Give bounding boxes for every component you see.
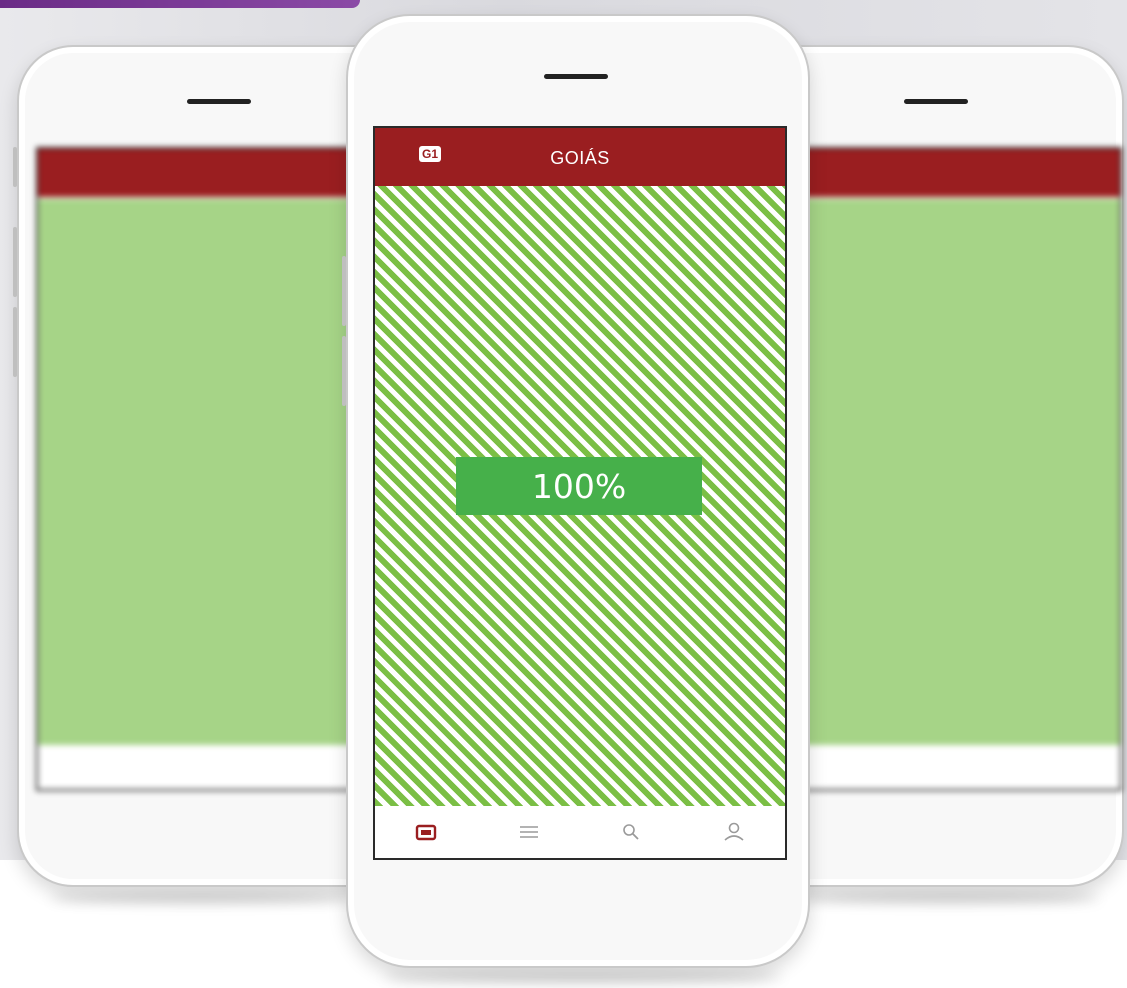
phone-left-side-button: [13, 147, 17, 187]
phone-center-screen: G1 GOIÁS 100%: [373, 126, 787, 860]
tab-profile[interactable]: [719, 817, 749, 847]
menu-icon: [519, 826, 538, 838]
phone-center: G1 GOIÁS 100%: [342, 14, 810, 968]
header-title: GOIÁS: [550, 147, 610, 168]
tab-news[interactable]: [411, 817, 441, 847]
search-icon: [623, 824, 639, 840]
phone-center-side-button: [342, 256, 346, 326]
phone-center-side-button: [342, 336, 346, 406]
g1-logo[interactable]: G1: [419, 146, 441, 162]
phone-center-speaker: [544, 74, 608, 79]
phone-right-speaker: [904, 99, 968, 104]
news-icon: [416, 824, 437, 841]
progress-indicator: 100%: [456, 457, 702, 515]
phone-left-shadow: [50, 893, 350, 903]
phone-left-speaker: [187, 99, 251, 104]
phone-left-side-button: [13, 307, 17, 377]
app-tabbar: [375, 806, 785, 858]
background-accent-stripe: [0, 0, 360, 8]
phone-right-shadow: [800, 893, 1100, 903]
tab-search[interactable]: [616, 817, 646, 847]
app-header: G1 GOIÁS: [375, 128, 785, 186]
profile-icon: [724, 822, 744, 841]
phone-left-side-button: [13, 227, 17, 297]
tab-menu[interactable]: [514, 817, 544, 847]
phone-center-shadow: [383, 972, 783, 982]
